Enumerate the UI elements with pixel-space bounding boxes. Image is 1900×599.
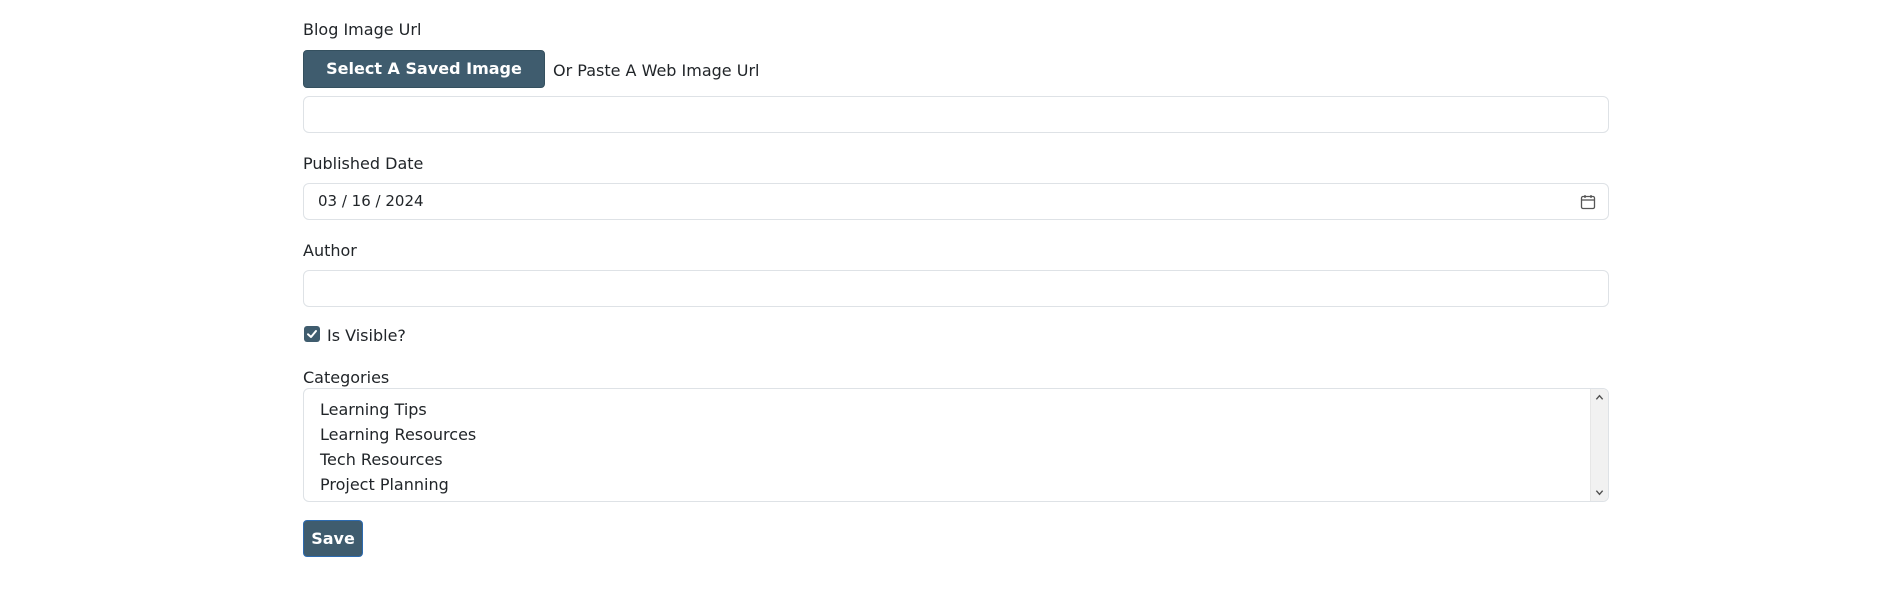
is-visible-checkbox[interactable] bbox=[304, 326, 320, 342]
or-paste-url-text: Or Paste A Web Image Url bbox=[553, 61, 760, 80]
categories-scrollbar[interactable] bbox=[1590, 389, 1608, 501]
published-date-value: 03 / 16 / 2024 bbox=[318, 192, 424, 210]
categories-label: Categories bbox=[303, 368, 390, 387]
scroll-up-icon[interactable] bbox=[1595, 393, 1604, 402]
categories-options: Learning Tips Learning Resources Tech Re… bbox=[320, 397, 476, 497]
checkmark-icon bbox=[307, 330, 317, 338]
category-option[interactable]: Project Planning bbox=[320, 472, 476, 497]
category-option[interactable]: Learning Resources bbox=[320, 422, 476, 447]
save-button[interactable]: Save bbox=[303, 520, 363, 557]
categories-select[interactable]: Learning Tips Learning Resources Tech Re… bbox=[303, 388, 1609, 502]
published-date-label: Published Date bbox=[303, 154, 424, 173]
blog-image-url-input[interactable] bbox=[303, 96, 1609, 133]
category-option[interactable]: Learning Tips bbox=[320, 397, 476, 422]
is-visible-label: Is Visible? bbox=[327, 326, 406, 345]
author-label: Author bbox=[303, 241, 357, 260]
scroll-down-icon[interactable] bbox=[1595, 488, 1604, 497]
published-date-input[interactable]: 03 / 16 / 2024 bbox=[303, 183, 1609, 220]
category-option[interactable]: Tech Resources bbox=[320, 447, 476, 472]
calendar-icon[interactable] bbox=[1580, 194, 1596, 210]
author-input[interactable] bbox=[303, 270, 1609, 307]
blog-image-url-label: Blog Image Url bbox=[303, 20, 422, 39]
select-saved-image-button[interactable]: Select A Saved Image bbox=[303, 50, 545, 88]
